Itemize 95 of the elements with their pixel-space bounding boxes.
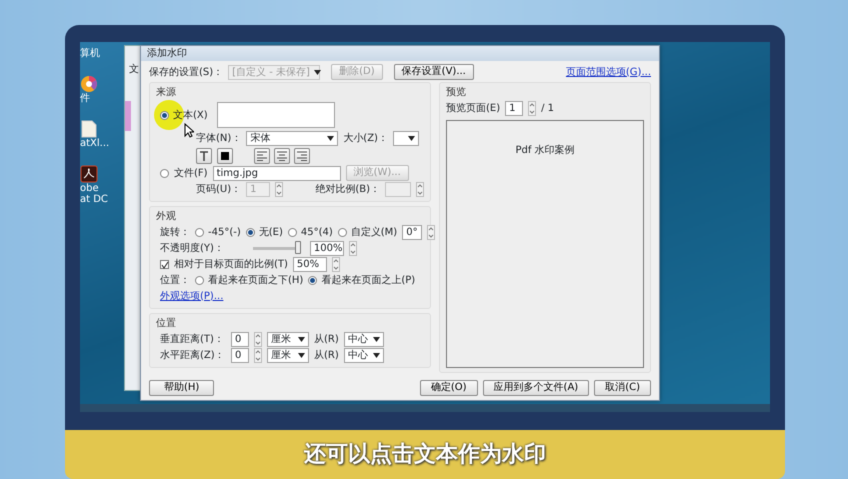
field-label: 预览页面(E) xyxy=(446,102,500,116)
desktop-icon-label[interactable]: obe at DC xyxy=(80,183,108,205)
align-center-button[interactable] xyxy=(274,148,290,164)
font-dropdown[interactable]: 宋体 xyxy=(246,130,338,146)
checkmark-icon xyxy=(161,260,169,268)
dialog-button[interactable]: 应用到多个文件(A) xyxy=(482,380,590,396)
radio-button[interactable] xyxy=(288,228,297,236)
spinner-arrows-icon[interactable] xyxy=(275,182,284,196)
text-input-field[interactable] xyxy=(216,102,335,128)
group-title: 预览 xyxy=(446,86,467,100)
angle-field[interactable]: 0° xyxy=(402,224,422,240)
spinner-arrows-icon[interactable] xyxy=(416,182,424,196)
fill-color-icon xyxy=(220,150,230,160)
field-label: 从(R) xyxy=(314,332,339,346)
watermark-text: Pdf 水印案例 xyxy=(515,144,575,158)
spinner-arrows-icon[interactable] xyxy=(528,100,536,116)
preview-page-field[interactable]: 1 xyxy=(505,100,524,116)
spinner-arrows-icon[interactable] xyxy=(254,332,262,346)
radio-button[interactable] xyxy=(195,276,204,284)
pdf-icon xyxy=(80,165,98,183)
opacity-field[interactable]: 100% xyxy=(310,240,344,256)
field-label: 不透明度(Y)： xyxy=(160,242,224,256)
align-center-icon xyxy=(277,150,287,160)
radio-label[interactable]: 看起来在页面之下(H) xyxy=(208,272,304,288)
slider-thumb[interactable] xyxy=(294,240,301,254)
align-left-icon xyxy=(257,150,267,160)
align-right-icon xyxy=(297,150,307,160)
radio-button[interactable] xyxy=(160,168,169,178)
anchor-dropdown[interactable]: 中心 xyxy=(344,348,384,362)
dropdown-arrow-icon xyxy=(372,352,380,358)
text-style-icon xyxy=(199,150,209,160)
fill-color-button[interactable] xyxy=(217,148,233,164)
text-style-button[interactable] xyxy=(196,148,212,164)
field-label: 垂直距离(T)： xyxy=(160,332,225,346)
cursor-icon xyxy=(184,122,194,138)
appearance-options-link[interactable]: 外观选项(P)... xyxy=(160,288,224,304)
align-left-button[interactable] xyxy=(254,148,270,164)
field-label: 位置： xyxy=(160,274,190,288)
document-icon xyxy=(80,120,98,138)
group-title: 位置 xyxy=(156,316,177,331)
checkbox[interactable] xyxy=(160,260,169,268)
spinner-arrows-icon[interactable] xyxy=(332,256,340,272)
field-label: 绝对比例(B)： xyxy=(315,182,380,196)
group-title: 外观 xyxy=(156,210,177,224)
page-range-link[interactable]: 页面范围选项(G)... xyxy=(566,64,651,80)
dropdown-arrow-icon xyxy=(372,336,380,342)
radio-button[interactable] xyxy=(338,228,347,236)
spinner-arrows-icon[interactable] xyxy=(254,348,262,362)
help-button[interactable]: 帮助(H) xyxy=(149,380,214,396)
field-label: 保存的设置(S)： xyxy=(149,66,224,80)
desktop-icon-label[interactable]: 件 xyxy=(80,93,90,104)
desktop-icon-label[interactable]: atXl... xyxy=(80,138,110,149)
distance-field[interactable]: 0 xyxy=(231,348,249,362)
unit-dropdown[interactable]: 厘米 xyxy=(267,348,309,362)
dialog-button[interactable]: 确定(O) xyxy=(420,380,478,396)
dialog-button[interactable]: 保存设置(V)... xyxy=(394,64,474,80)
size-dropdown[interactable] xyxy=(392,130,419,146)
dropdown-arrow-icon xyxy=(298,352,305,358)
field-label: 页码(U)： xyxy=(196,182,242,196)
spinner-arrows-icon[interactable] xyxy=(426,224,435,240)
radio-label[interactable]: 无(E) xyxy=(258,224,283,240)
page-total: / 1 xyxy=(541,102,554,116)
file-path-field[interactable]: timg.jpg xyxy=(212,166,341,180)
field-label: 从(R) xyxy=(314,348,339,362)
radio-label[interactable]: 文件(F) xyxy=(174,166,208,180)
align-right-button[interactable] xyxy=(294,148,310,164)
dropdown-arrow-icon xyxy=(314,70,321,74)
field-label: 字体(N)： xyxy=(196,132,242,146)
group-title: 来源 xyxy=(156,86,177,100)
subtitle: 还可以点击文本作为水印 xyxy=(65,430,785,479)
anchor-dropdown[interactable]: 中心 xyxy=(344,332,384,346)
dropdown-arrow-icon xyxy=(327,136,334,140)
cursor-highlight xyxy=(154,100,184,130)
dialog-button[interactable]: 取消(C) xyxy=(594,380,651,396)
field-label: 大小(Z)： xyxy=(343,132,388,146)
checkbox-label[interactable]: 相对于目标页面的比例(T) xyxy=(174,256,288,272)
window-title: 添加水印 xyxy=(141,46,659,61)
field-label: 水平距离(Z)： xyxy=(160,348,226,362)
field-label: 旋转： xyxy=(160,226,190,240)
menu-item[interactable]: 文 xyxy=(129,62,139,77)
radio-label[interactable]: 45°(4) xyxy=(300,224,333,240)
color-wheel-icon xyxy=(80,75,98,93)
spinner-arrows-icon[interactable] xyxy=(348,240,357,256)
dropdown-arrow-icon xyxy=(408,136,415,140)
radio-button[interactable] xyxy=(195,228,204,236)
radio-button[interactable] xyxy=(246,228,255,236)
desktop-icon-label[interactable]: 算机 xyxy=(80,48,100,59)
radio-label[interactable]: 自定义(M) xyxy=(350,224,398,240)
dropdown-arrow-icon xyxy=(298,336,305,342)
scale-percent-field[interactable]: 50% xyxy=(292,256,327,272)
unit-dropdown[interactable]: 厘米 xyxy=(267,332,309,346)
radio-label[interactable]: 看起来在页面之上(P) xyxy=(321,272,416,288)
radio-button[interactable] xyxy=(308,276,318,284)
radio-label[interactable]: -45°(-) xyxy=(208,224,241,240)
distance-field[interactable]: 0 xyxy=(231,332,249,346)
